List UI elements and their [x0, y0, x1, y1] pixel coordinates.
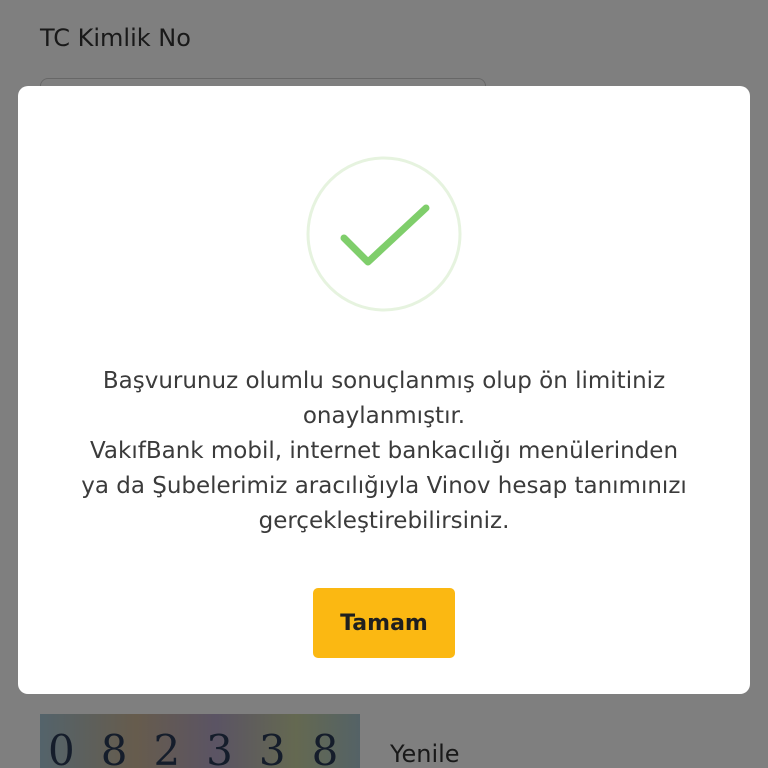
success-message: Başvurunuz olumlu sonuçlanmış olup ön li… [54, 364, 714, 539]
message-line: ya da Şubelerimiz aracılığıyla Vinov hes… [81, 473, 687, 499]
message-line: VakıfBank mobil, internet bankacılığı me… [89, 438, 679, 464]
message-line: gerçekleştirebilirsiniz. [258, 508, 510, 534]
message-line: onaylanmıştır. [302, 403, 466, 429]
ok-button[interactable]: Tamam [313, 588, 455, 658]
checkmark-icon [306, 156, 462, 312]
message-line: Başvurunuz olumlu sonuçlanmış olup ön li… [102, 368, 666, 394]
success-dialog: Başvurunuz olumlu sonuçlanmış olup ön li… [18, 86, 750, 694]
